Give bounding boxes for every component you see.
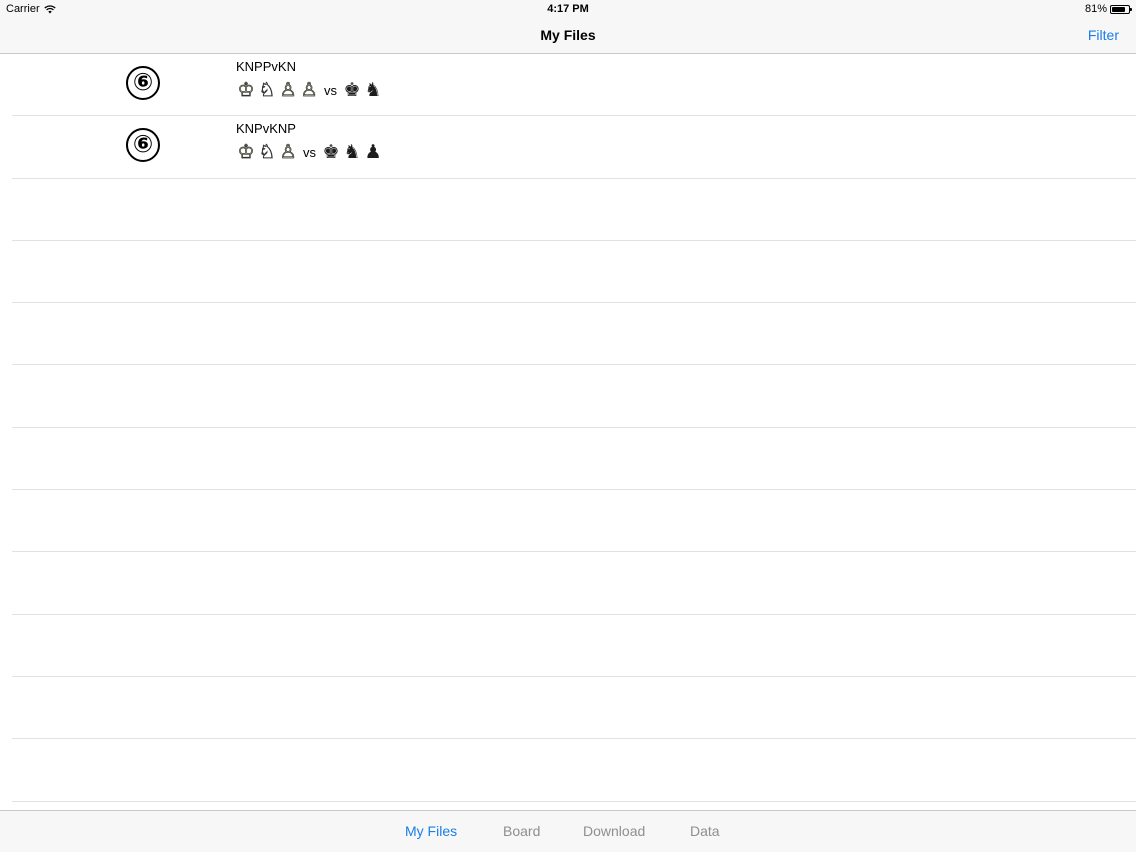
tab-board[interactable]: Board (503, 823, 540, 839)
filter-button[interactable]: Filter (1088, 27, 1119, 43)
battery-fill (1112, 6, 1125, 12)
black-piece-icon: ♟ (364, 141, 382, 164)
empty-row (0, 490, 1136, 553)
tab-my-files[interactable]: My Files (405, 823, 457, 839)
white-piece-icon: ♙ (300, 79, 318, 101)
file-name: KNPPvKN (236, 59, 296, 74)
empty-row (0, 739, 1136, 802)
tab-bar: My Files Board Download Data (0, 810, 1136, 852)
empty-row (0, 615, 1136, 677)
empty-row (0, 428, 1136, 491)
page-title: My Files (540, 27, 596, 43)
count-badge-icon: ⑥ (126, 66, 160, 100)
tab-data[interactable]: Data (690, 823, 720, 839)
white-piece-icon: ♘ (258, 79, 276, 101)
piece-material: ♔ ♘ ♙ ♙ vs ♚ ♞ (236, 79, 383, 101)
piece-material: ♔ ♘ ♙ vs ♚ ♞ ♟ (236, 141, 383, 164)
white-piece-icon: ♙ (279, 79, 297, 101)
empty-row (0, 677, 1136, 740)
row-separator (12, 800, 1136, 802)
status-time: 4:17 PM (547, 3, 589, 15)
empty-row (0, 552, 1136, 615)
white-piece-icon: ♔ (237, 79, 255, 101)
versus-label: vs (303, 144, 316, 160)
empty-row (0, 241, 1136, 304)
count-badge-icon: ⑥ (126, 128, 160, 163)
empty-row (0, 179, 1136, 241)
empty-row (0, 303, 1136, 366)
file-name: KNPvKNP (236, 121, 296, 137)
status-bar: Carrier 4:17 PM 81% (0, 0, 1136, 18)
file-row[interactable]: ⑥ KNPvKNP ♔ ♘ ♙ vs ♚ ♞ ♟ (0, 116, 1136, 179)
black-piece-icon: ♚ (322, 141, 340, 164)
battery-percent: 81% (1084, 3, 1107, 15)
empty-row (0, 366, 1136, 428)
black-piece-icon: ♞ (364, 79, 382, 101)
black-piece-icon: ♚ (343, 79, 361, 101)
battery-icon (1110, 4, 1132, 14)
white-piece-icon: ♘ (258, 141, 276, 164)
navigation-bar: My Files Filter (0, 18, 1136, 54)
file-list: ⑥ KNPPvKN ♔ ♘ ♙ ♙ vs ♚ ♞ ⑥ KNPvKNP ♔ ♘ ♙ vs ♚ ♞ ♟ (0, 54, 1136, 810)
tab-download[interactable]: Download (583, 823, 645, 839)
black-piece-icon: ♞ (343, 141, 361, 164)
battery-status: 81% (1084, 3, 1132, 15)
white-piece-icon: ♙ (279, 141, 297, 164)
white-piece-icon: ♔ (237, 141, 255, 164)
versus-label: vs (324, 82, 337, 98)
file-row[interactable]: ⑥ KNPPvKN ♔ ♘ ♙ ♙ vs ♚ ♞ (0, 54, 1136, 117)
